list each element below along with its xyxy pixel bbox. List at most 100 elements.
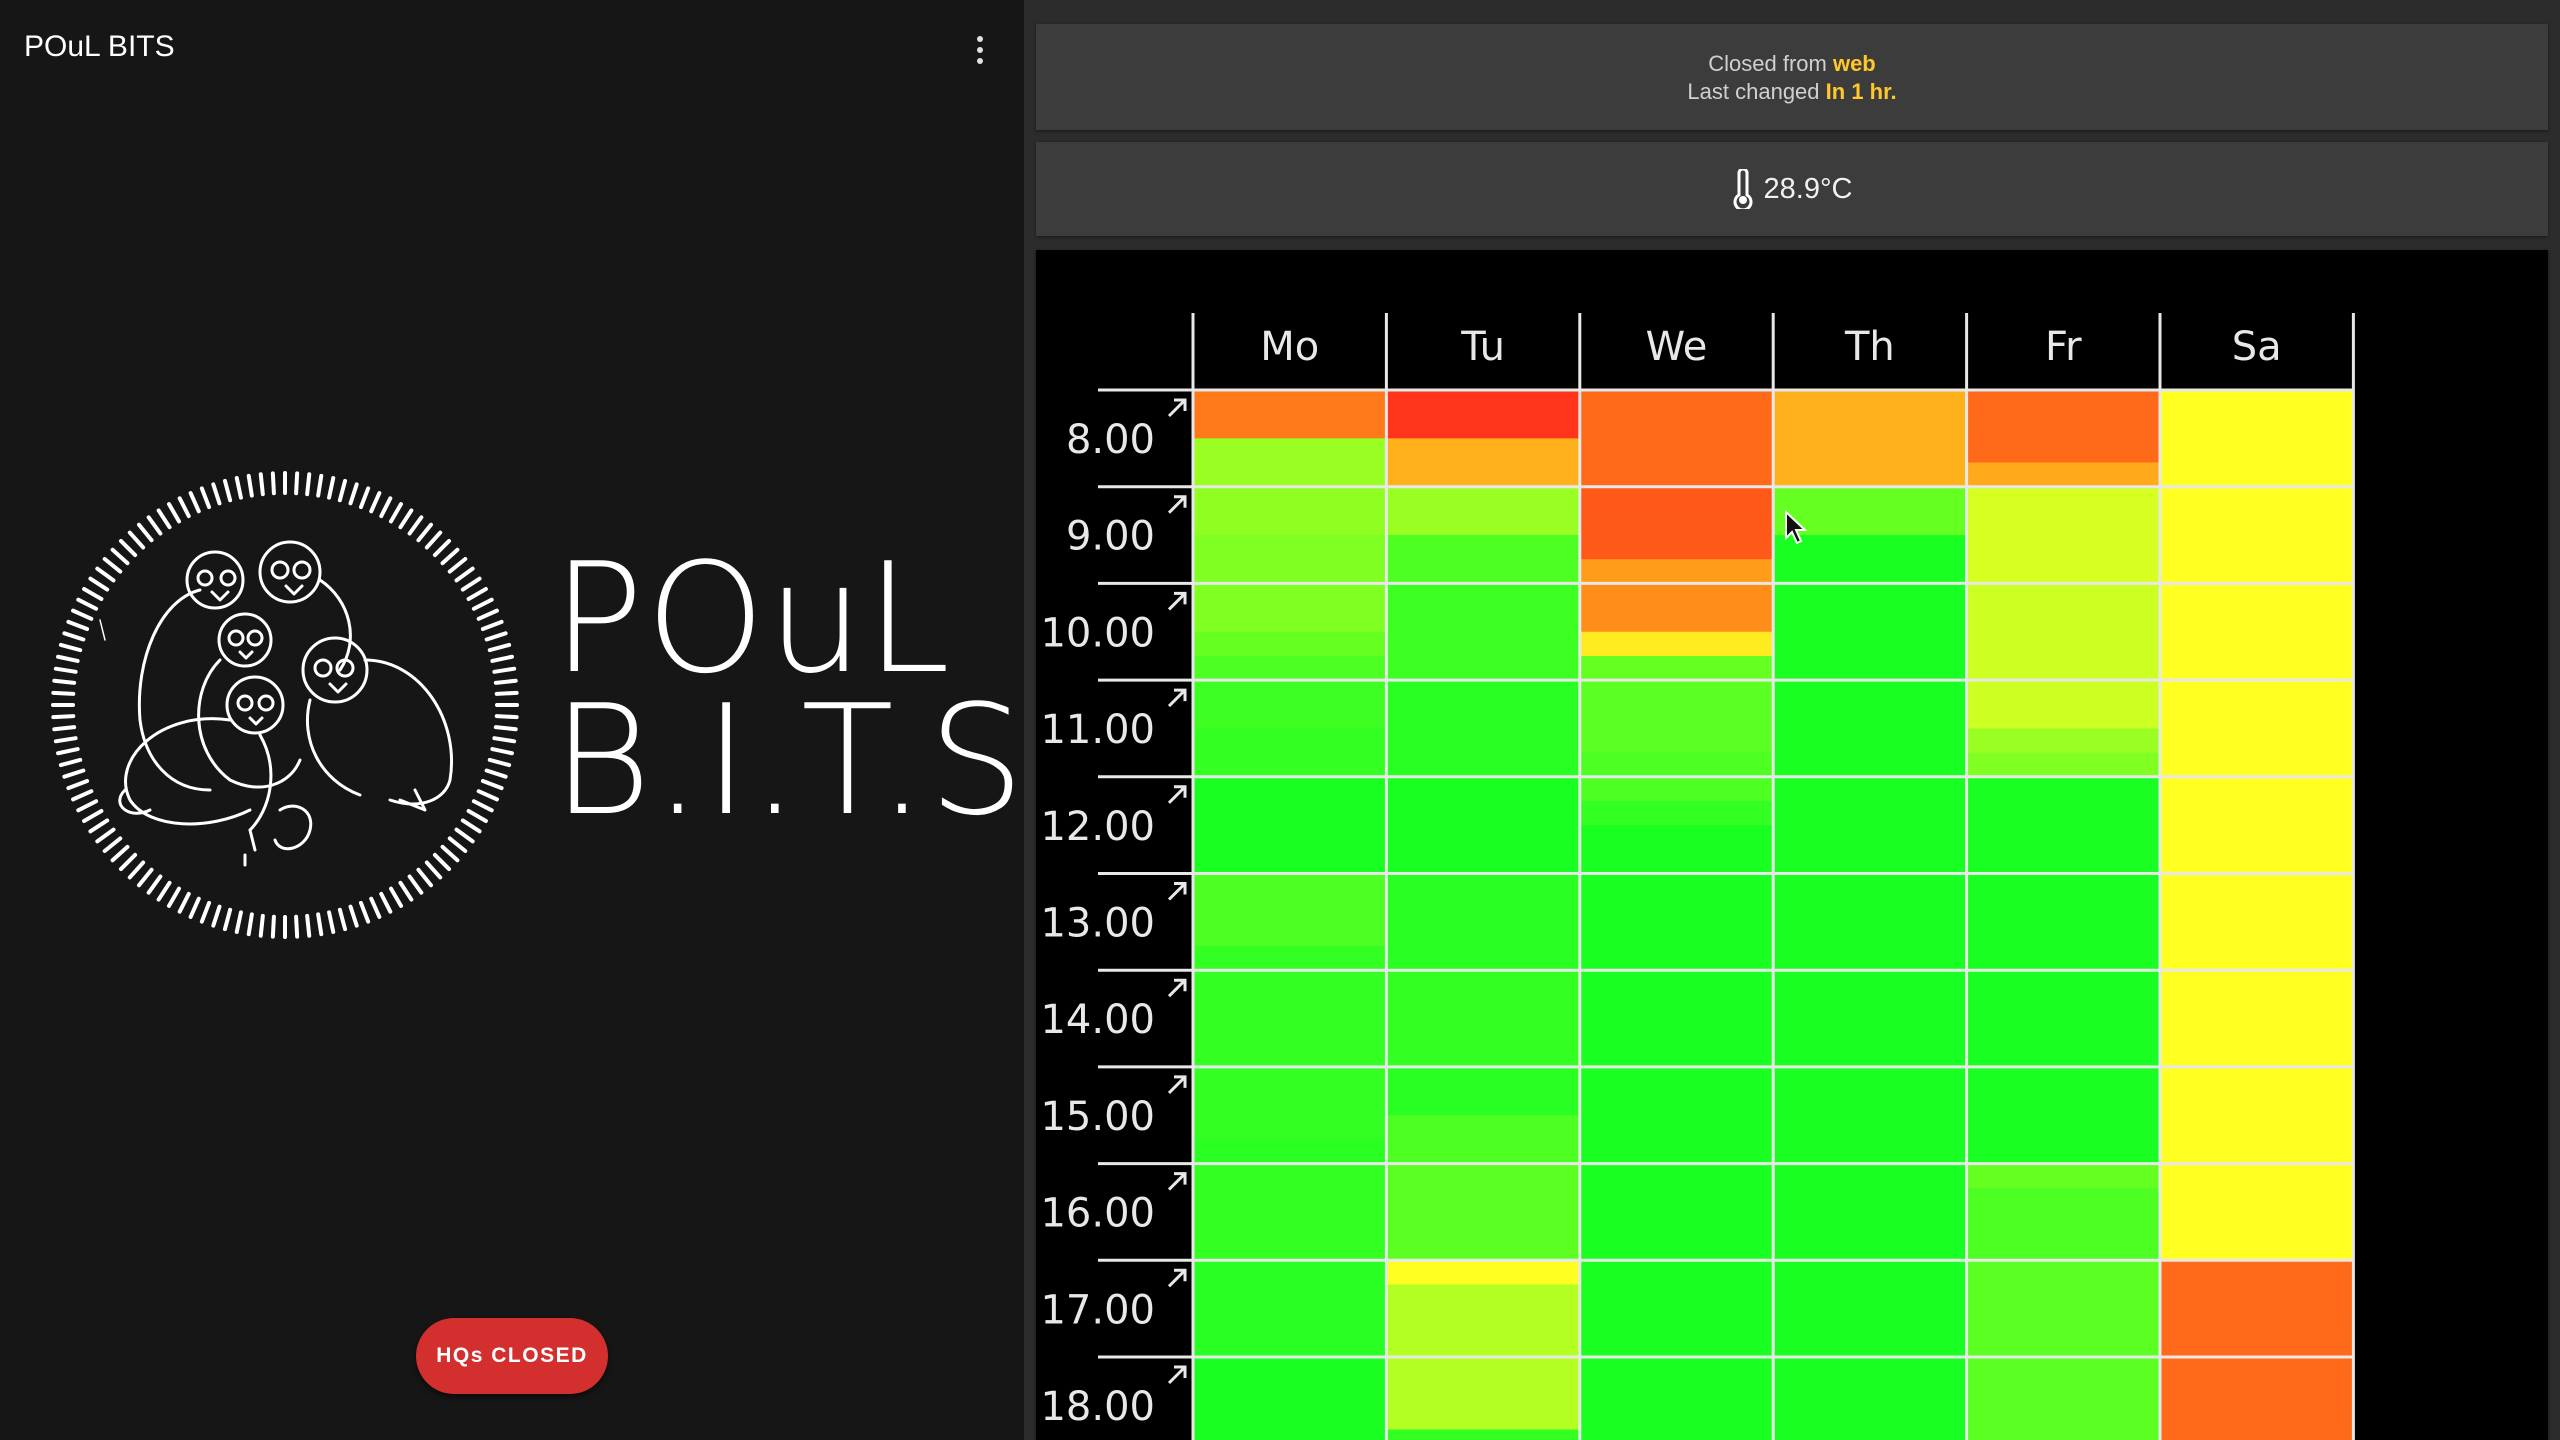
heatmap-cell (2160, 897, 2354, 923)
heatmap-cell (2160, 921, 2354, 947)
heatmap-cell (1386, 1260, 1581, 1285)
heatmap-cell (1386, 1381, 1581, 1406)
heatmap-cell (1773, 1357, 1968, 1382)
heatmap-cell (2160, 1187, 2354, 1213)
heatmap-cell (1966, 583, 2161, 609)
heatmap-cell (1579, 897, 1774, 923)
heatmap-cell (1966, 414, 2161, 439)
heatmap-cell (1193, 994, 1387, 1020)
heatmap-cell (1773, 1115, 1968, 1140)
heatmap-cell (1966, 970, 2161, 995)
more-menu-icon[interactable] (960, 30, 1000, 70)
hour-label: 16.00 (1040, 1191, 1155, 1237)
poul-logo (51, 471, 519, 939)
day-label: Mo (1260, 324, 1319, 370)
heatmap-cell (1386, 1211, 1581, 1237)
heatmap-cell (1773, 1284, 1968, 1310)
heatmap-cell (2160, 1405, 2354, 1431)
heatmap-cell (2160, 1018, 2354, 1044)
brand-wordmark: POuL B.I.T.S. (552, 543, 1077, 837)
heatmap-cell (1966, 1284, 2161, 1310)
hq-status-button[interactable]: HQs CLOSED (416, 1318, 608, 1394)
heatmap-cell (1579, 776, 1774, 802)
heatmap-cell (1386, 1187, 1581, 1213)
heatmap-cell (1579, 1429, 1774, 1440)
changed-value: In 1 hr. (1825, 79, 1897, 104)
heatmap-cell (1193, 1236, 1387, 1261)
heatmap-cell (1193, 1260, 1387, 1285)
heatmap-cell (2160, 1308, 2354, 1334)
heatmap-cell (1386, 607, 1581, 633)
heatmap-cell (1193, 873, 1387, 899)
heatmap-cell (1579, 1042, 1774, 1068)
heatmap-cell (1966, 655, 2161, 681)
heatmap-cell (1966, 946, 2161, 971)
heatmap-cell (1966, 607, 2161, 633)
day-label: We (1646, 324, 1708, 370)
heatmap-cell (1579, 607, 1774, 633)
heatmap-cell (1386, 897, 1581, 923)
hour-label: 10.00 (1040, 610, 1155, 656)
heatmap-cell (1386, 1308, 1581, 1334)
heatmap-cell (1773, 1405, 1968, 1431)
heatmap-cell (1966, 776, 2161, 802)
heatmap-cell (1193, 946, 1387, 971)
heatmap-cell (2160, 946, 2354, 971)
heatmap-cell (1773, 1308, 1968, 1334)
day-label: Tu (1460, 324, 1505, 370)
heatmap-cell (1579, 946, 1774, 971)
heatmap-cell (1773, 849, 1968, 874)
heatmap-cell (1773, 946, 1968, 971)
day-label: Th (1844, 324, 1895, 370)
heatmap-cell (2160, 680, 2354, 705)
heatmap-cell (1966, 1357, 2161, 1382)
heatmap-cell (1773, 1332, 1968, 1358)
heatmap-cell (1966, 1211, 2161, 1237)
expand-arrow-icon (1167, 1172, 1187, 1191)
heatmap-cell (1579, 970, 1774, 995)
heatmap-cell (1773, 1018, 1968, 1044)
hour-label: 12.00 (1040, 804, 1155, 850)
heatmap-cell (1966, 1405, 2161, 1431)
heatmap-cell (1966, 510, 2161, 536)
heatmap-cell (1386, 655, 1581, 681)
heatmap-cell (1579, 1284, 1774, 1310)
heatmap-cell (1773, 1163, 1968, 1189)
heatmap-cell (1579, 1115, 1774, 1140)
heatmap-cell (1193, 680, 1387, 705)
heatmap-cell (1386, 1405, 1581, 1431)
heatmap-cell (1966, 462, 2161, 488)
heatmap-cell (1579, 825, 1774, 850)
heatmap-cell (1386, 1115, 1581, 1140)
heatmap-cell (1773, 462, 1968, 488)
heatmap-cell (1579, 1066, 1774, 1092)
heatmap-cell (2160, 1042, 2354, 1068)
heatmap-cell (1966, 1091, 2161, 1116)
hour-label: 14.00 (1040, 997, 1155, 1043)
heatmap-cell (1773, 873, 1968, 899)
expand-arrow-icon (1167, 398, 1187, 418)
hour-label: 9.00 (1066, 514, 1155, 560)
heatmap-cell (1966, 994, 2161, 1020)
heatmap-cell (1773, 1381, 1968, 1406)
heatmap-cell (1386, 994, 1581, 1020)
heatmap-cell (1193, 970, 1387, 995)
heatmap-cell (1773, 486, 1968, 512)
heatmap-cell (1193, 921, 1387, 947)
heatmap-cell (1193, 1187, 1387, 1213)
heatmap-cell (1579, 1381, 1774, 1406)
heatmap-cell (1579, 728, 1774, 754)
heatmap-cell (1579, 414, 1774, 439)
heatmap-cell (1193, 535, 1387, 560)
heatmap-cell (1966, 800, 2161, 826)
heatmap-cell (1966, 1163, 2161, 1189)
heatmap-cell (2160, 390, 2354, 415)
heatmap-cell (1579, 1405, 1774, 1431)
changed-prefix: Last changed (1687, 79, 1826, 104)
heatmap-cell (2160, 800, 2354, 826)
heatmap-cell (2160, 752, 2354, 778)
heatmap-cell (1773, 970, 1968, 995)
heatmap-cell (1966, 849, 2161, 874)
heatmap-cell (1966, 1187, 2161, 1213)
closed-source: web (1832, 51, 1876, 76)
